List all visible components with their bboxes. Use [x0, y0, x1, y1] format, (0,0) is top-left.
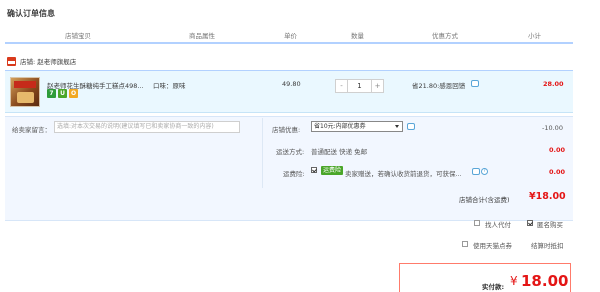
pay-for-other-label: 找人代付: [485, 221, 511, 229]
shop-total-label: 店铺合计(含运费): [459, 196, 510, 204]
item-subtotal: 28.00: [543, 80, 564, 88]
coupon-amount: -10.00: [542, 124, 563, 132]
shop-icon: [7, 56, 16, 66]
promotion-text: 省21.80:感恩回馈: [412, 82, 466, 90]
product-spec: 口味：原味: [153, 82, 186, 90]
tmall-points-label: 使用天猫点券: [473, 242, 512, 250]
col-header-quantity: 数量: [351, 32, 364, 40]
anonymous-label: 匿名购买: [537, 221, 563, 229]
quantity-increase-button[interactable]: +: [371, 80, 383, 92]
shipping-method: 普通配送 快递 免邮: [311, 148, 368, 156]
coupon-label: 店铺优惠:: [272, 126, 301, 134]
shop-row: 店铺: 赵老师旗舰店: [7, 55, 76, 67]
seller-message-input[interactable]: 选填:对本次交易的说明(建议填写已和卖家协商一致的内容): [54, 121, 240, 133]
payment-label: 实付款:: [482, 283, 505, 291]
message-label: 给卖家留言：: [12, 126, 51, 134]
unit-price: 49.80: [282, 80, 301, 88]
insurance-amount: 0.00: [549, 168, 566, 176]
col-header-promotion: 优惠方式: [432, 32, 458, 40]
guarantee-badge-icon: U: [58, 89, 67, 98]
points-deduction-text: 结算时抵扣: [531, 242, 564, 250]
pay-for-other-checkbox[interactable]: [474, 220, 480, 226]
order-item-row: [5, 70, 573, 113]
anonymous-checkbox[interactable]: [527, 220, 533, 226]
service-badge-icon: O: [69, 89, 78, 98]
product-thumbnail[interactable]: [10, 77, 40, 107]
quantity-input[interactable]: 1: [348, 80, 371, 92]
question-icon[interactable]: ?: [481, 168, 488, 175]
insurance-checkbox[interactable]: [311, 167, 317, 173]
insurance-label: 运费险:: [283, 170, 305, 178]
coupon-select[interactable]: 省10元:内部优惠券: [311, 121, 403, 132]
shipping-amount: 0.00: [549, 146, 566, 154]
options-divider: [262, 118, 263, 188]
quantity-decrease-button[interactable]: -: [336, 80, 348, 92]
insurance-description: 卖家赠送，若确认收货前退货，可获保...: [345, 170, 462, 178]
shop-name-link[interactable]: 赵老师旗舰店: [37, 56, 76, 66]
insurance-chat-icon[interactable]: [472, 168, 480, 175]
payment-currency: ¥: [510, 274, 518, 288]
tmall-points-checkbox[interactable]: [462, 241, 468, 247]
quantity-stepper: - 1 +: [335, 79, 384, 93]
shipping-label: 运送方式:: [276, 148, 305, 156]
insurance-badge: 运费险: [321, 166, 344, 175]
coupon-selected-value: 省10元:内部优惠券: [314, 123, 366, 130]
dropdown-arrow-icon: [395, 125, 399, 128]
page-title: 确认订单信息: [7, 9, 55, 18]
shop-total-amount: ¥18.00: [529, 191, 566, 202]
payment-amount: 18.00: [521, 272, 569, 290]
col-header-spec: 商品属性: [189, 32, 215, 40]
shop-prefix: 店铺:: [20, 58, 36, 66]
col-header-item: 店铺宝贝: [65, 32, 91, 40]
header-divider: [5, 42, 573, 44]
chat-icon[interactable]: [471, 80, 479, 87]
seven-day-return-icon: 7: [47, 89, 56, 98]
coupon-chat-icon[interactable]: [407, 123, 415, 130]
col-header-subtotal: 小计: [528, 32, 541, 40]
col-header-price: 单价: [284, 32, 297, 40]
